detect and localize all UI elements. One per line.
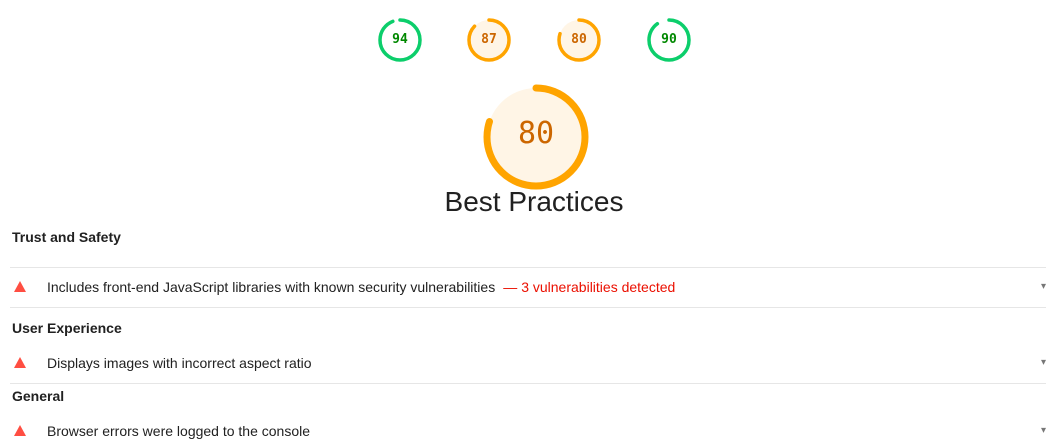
divider <box>10 267 1046 268</box>
audit-js-libraries-vulnerabilities[interactable]: Includes front-end JavaScript libraries … <box>10 274 1046 300</box>
audit-title: Displays images with incorrect aspect ra… <box>47 355 312 371</box>
category-summary-gauges: 94 87 80 90 <box>0 16 1046 66</box>
category-score: 80 <box>517 116 555 151</box>
audit-title: Includes front-end JavaScript libraries … <box>47 279 496 295</box>
chevron-down-icon[interactable]: ▾ <box>1041 274 1046 300</box>
fail-triangle-icon <box>14 281 26 292</box>
audit-title: Browser errors were logged to the consol… <box>47 423 311 439</box>
divider <box>10 383 1046 384</box>
group-title-user-experience: User Experience <box>12 320 122 336</box>
performance-gauge[interactable]: 94 <box>373 16 427 64</box>
divider <box>10 307 1046 308</box>
audit-display-value: 3 vulnerabilities detected <box>521 279 676 295</box>
group-title-general: General <box>12 388 65 404</box>
gauge-score: 94 <box>392 32 408 47</box>
audit-image-aspect-ratio[interactable]: Displays images with incorrect aspect ra… <box>10 350 1046 376</box>
gauge-score: 80 <box>571 32 587 47</box>
category-score-gauge: 80 <box>480 84 592 190</box>
chevron-down-icon[interactable]: ▾ <box>1041 418 1046 444</box>
accessibility-gauge[interactable]: 87 <box>462 16 516 64</box>
seo-gauge[interactable]: 90 <box>642 16 696 64</box>
group-title-trust-and-safety: Trust and Safety <box>12 229 121 245</box>
audit-title-row: Includes front-end JavaScript libraries … <box>47 274 675 300</box>
chevron-down-icon[interactable]: ▾ <box>1041 350 1046 376</box>
audit-console-errors[interactable]: Browser errors were logged to the consol… <box>10 418 1046 444</box>
gauge-score: 87 <box>481 32 497 47</box>
category-title: Best Practices <box>444 186 624 217</box>
audit-separator: — <box>503 279 518 295</box>
fail-triangle-icon <box>14 425 26 436</box>
best-practices-gauge[interactable]: 80 <box>552 16 606 64</box>
gauge-score: 90 <box>661 32 677 47</box>
fail-triangle-icon <box>14 357 26 368</box>
